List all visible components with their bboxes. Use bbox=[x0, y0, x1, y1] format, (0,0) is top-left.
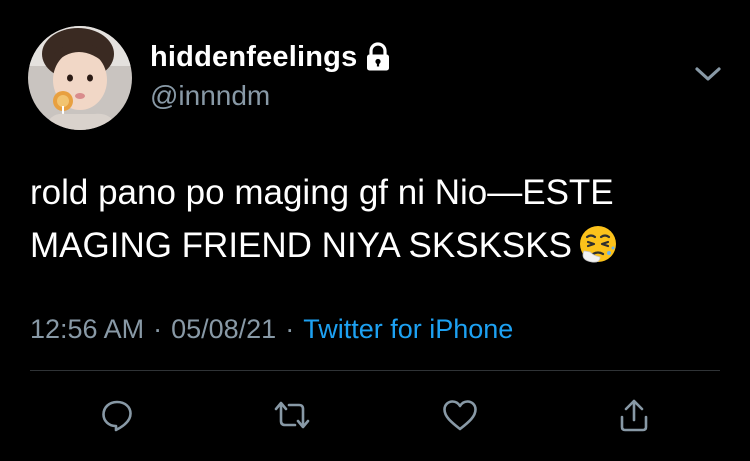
more-options-button[interactable] bbox=[693, 62, 723, 86]
tweet-text-line-1: rold pano po maging gf ni Nio—ESTE bbox=[30, 173, 614, 212]
display-name[interactable]: hiddenfeelings bbox=[150, 41, 357, 74]
reply-button[interactable] bbox=[95, 393, 139, 437]
tweet-text-line-2: MAGING FRIEND NIYA SKSKSKS bbox=[30, 219, 720, 272]
retweet-icon bbox=[274, 401, 310, 429]
sneezing-face-emoji-icon bbox=[578, 224, 618, 264]
meta-separator: · bbox=[285, 314, 295, 344]
reply-icon bbox=[102, 400, 132, 432]
share-icon bbox=[620, 399, 648, 432]
tweet-text-line-2-text: MAGING FRIEND NIYA SKSKSKS bbox=[30, 226, 572, 265]
share-button[interactable] bbox=[612, 393, 656, 437]
display-name-row: hiddenfeelings bbox=[150, 40, 391, 74]
chevron-down-icon bbox=[695, 67, 721, 81]
user-handle[interactable]: @innndm bbox=[150, 80, 270, 112]
tweet-date[interactable]: 05/08/21 bbox=[171, 314, 276, 344]
avatar-photo bbox=[28, 26, 132, 130]
tweet-time[interactable]: 12:56 AM bbox=[30, 314, 144, 344]
tweet-detail: hiddenfeelings @innndm rold pano po magi… bbox=[0, 0, 750, 461]
avatar[interactable] bbox=[28, 26, 132, 130]
tweet-text: rold pano po maging gf ni Nio—ESTE MAGIN… bbox=[30, 166, 720, 272]
lock-icon bbox=[365, 42, 391, 72]
meta-separator: · bbox=[153, 314, 163, 344]
tweet-source-link[interactable]: Twitter for iPhone bbox=[303, 314, 513, 344]
heart-icon bbox=[443, 400, 477, 431]
like-button[interactable] bbox=[438, 393, 482, 437]
divider bbox=[30, 370, 720, 371]
retweet-button[interactable] bbox=[270, 393, 314, 437]
tweet-meta: 12:56 AM · 05/08/21 · Twitter for iPhone bbox=[30, 314, 513, 345]
